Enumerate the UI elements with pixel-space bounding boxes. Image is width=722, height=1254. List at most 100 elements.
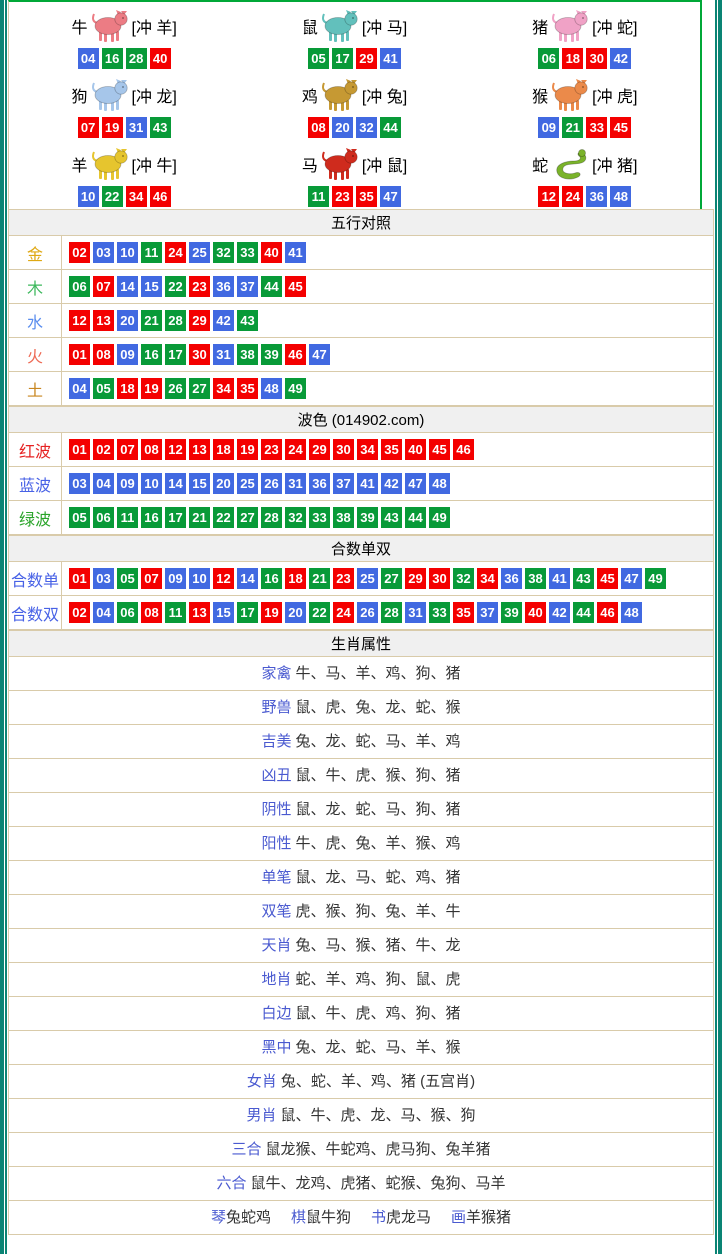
- lottery-number-ball: 07: [93, 276, 114, 297]
- lottery-number-ball: 37: [333, 473, 354, 494]
- lottery-number-ball: 20: [213, 473, 234, 494]
- lottery-number-ball: 13: [189, 602, 210, 623]
- lottery-number-ball: 42: [381, 473, 402, 494]
- pig-icon: [549, 7, 591, 45]
- attribute-value: 兔蛇鸡: [226, 1209, 271, 1226]
- lottery-number-ball: 11: [117, 507, 138, 528]
- attribute-label: 六合: [216, 1175, 246, 1192]
- row-numbers: 1213202128294243: [62, 304, 258, 337]
- lottery-number-ball: 05: [117, 568, 138, 589]
- lottery-number-ball: 47: [309, 344, 330, 365]
- lottery-number-ball: 34: [213, 378, 234, 399]
- zodiac-numbers: 09213345: [538, 117, 631, 138]
- attribute-value: 虎、猴、狗、兔、羊、牛: [296, 903, 461, 920]
- lottery-number-ball: 45: [610, 117, 631, 138]
- zodiac-name: 猴: [532, 83, 548, 107]
- attribute-row: 天肖兔、马、猴、猪、牛、龙: [9, 929, 713, 963]
- attribute-value: 兔、蛇、羊、鸡、猪 (五宫肖): [281, 1073, 475, 1090]
- row-label: 合数单: [9, 562, 62, 595]
- attribute-value: 鼠、牛、虎、龙、马、猴、狗: [281, 1107, 476, 1124]
- zodiac-name: 羊: [71, 152, 87, 176]
- lottery-number-ball: 39: [261, 344, 282, 365]
- lottery-number-ball: 17: [332, 48, 353, 69]
- lottery-number-ball: 33: [429, 602, 450, 623]
- lottery-number-ball: 09: [165, 568, 186, 589]
- lottery-number-ball: 18: [213, 439, 234, 460]
- row-numbers: 0102070812131819232429303435404546: [62, 433, 474, 466]
- zodiac-cell: 羊[冲 牛]10223446: [9, 140, 239, 209]
- attribute-label: 凶丑: [261, 767, 291, 784]
- lottery-number-ball: 29: [356, 48, 377, 69]
- lottery-number-ball: 46: [285, 344, 306, 365]
- lottery-number-ball: 41: [285, 242, 306, 263]
- lottery-number-ball: 32: [213, 242, 234, 263]
- lottery-number-ball: 05: [69, 507, 90, 528]
- lottery-number-ball: 44: [405, 507, 426, 528]
- bose-row: 绿波05061116172122272832333839434449: [9, 501, 713, 535]
- lottery-number-ball: 01: [69, 344, 90, 365]
- zodiac-cell: 牛[冲 羊]04162840: [9, 2, 239, 71]
- lottery-number-ball: 10: [78, 186, 99, 207]
- lottery-number-ball: 16: [141, 344, 162, 365]
- zodiac-numbers: 06183042: [538, 48, 631, 69]
- lottery-number-ball: 46: [453, 439, 474, 460]
- lottery-number-ball: 17: [237, 602, 258, 623]
- wuxing-row: 火0108091617303138394647: [9, 338, 713, 372]
- lottery-number-ball: 46: [597, 602, 618, 623]
- wuxing-row: 水1213202128294243: [9, 304, 713, 338]
- lottery-number-ball: 41: [357, 473, 378, 494]
- left-accent-bar: [0, 0, 7, 1254]
- lottery-number-ball: 49: [645, 568, 666, 589]
- lottery-number-ball: 49: [429, 507, 450, 528]
- right-accent-bar: [715, 0, 722, 1254]
- lottery-number-ball: 19: [102, 117, 123, 138]
- attribute-segment: 琴兔蛇鸡: [211, 1209, 271, 1226]
- lottery-number-ball: 29: [405, 568, 426, 589]
- attribute-value: 羊猴猪: [466, 1209, 511, 1226]
- zodiac-attributes-table: 生肖属性家禽牛、马、羊、鸡、狗、猪野兽鼠、虎、兔、龙、蛇、猴吉美兔、龙、蛇、马、…: [8, 630, 714, 1235]
- lottery-number-ball: 44: [573, 602, 594, 623]
- lottery-number-ball: 16: [102, 48, 123, 69]
- row-label-text: 合数双: [11, 601, 59, 625]
- lottery-number-ball: 26: [261, 473, 282, 494]
- lottery-number-ball: 29: [189, 310, 210, 331]
- zodiac-cell: 鼠[冲 马]05172941: [239, 2, 469, 71]
- zodiac-clash-label: [冲 蛇]: [592, 14, 637, 38]
- section-title-bose: 波色 (014902.com): [9, 406, 713, 433]
- ox-icon: [89, 7, 131, 45]
- lottery-number-ball: 43: [150, 117, 171, 138]
- zodiac-clash-label: [冲 猪]: [592, 152, 637, 176]
- wuxing-row: 土04051819262734354849: [9, 372, 713, 406]
- lottery-number-ball: 27: [237, 507, 258, 528]
- attribute-value: 牛、马、羊、鸡、狗、猪: [296, 665, 461, 682]
- lottery-number-ball: 13: [189, 439, 210, 460]
- row-numbers: 06071415222336374445: [62, 270, 306, 303]
- lottery-number-ball: 40: [405, 439, 426, 460]
- lottery-number-ball: 22: [309, 602, 330, 623]
- lottery-number-ball: 17: [165, 507, 186, 528]
- lottery-number-ball: 12: [538, 186, 559, 207]
- lottery-number-ball: 24: [285, 439, 306, 460]
- lottery-number-ball: 14: [117, 276, 138, 297]
- zodiac-numbers: 05172941: [308, 48, 401, 69]
- lottery-number-ball: 22: [102, 186, 123, 207]
- lottery-number-ball: 35: [237, 378, 258, 399]
- lottery-number-ball: 31: [213, 344, 234, 365]
- row-label: 蓝波: [9, 467, 62, 500]
- lottery-number-ball: 09: [117, 344, 138, 365]
- number-sections-table: 五行对照金02031011242532334041木06071415222336…: [8, 209, 714, 630]
- attribute-label: 黑中: [261, 1039, 291, 1056]
- attribute-value: 兔、龙、蛇、马、羊、鸡: [296, 733, 461, 750]
- row-label: 水: [9, 304, 62, 337]
- attribute-value: 牛、虎、兔、羊、猴、鸡: [296, 835, 461, 852]
- lottery-number-ball: 39: [501, 602, 522, 623]
- lottery-number-ball: 26: [357, 602, 378, 623]
- lottery-number-ball: 09: [538, 117, 559, 138]
- lottery-number-ball: 13: [93, 310, 114, 331]
- attribute-segment: 棋鼠牛狗: [291, 1209, 351, 1226]
- attribute-label: 家禽: [261, 665, 291, 682]
- zodiac-cell-title: 猪[冲 蛇]: [532, 6, 637, 46]
- row-label-text: 木: [27, 275, 43, 299]
- zodiac-cell-title: 马[冲 鼠]: [302, 144, 407, 184]
- attribute-label: 画: [451, 1209, 466, 1226]
